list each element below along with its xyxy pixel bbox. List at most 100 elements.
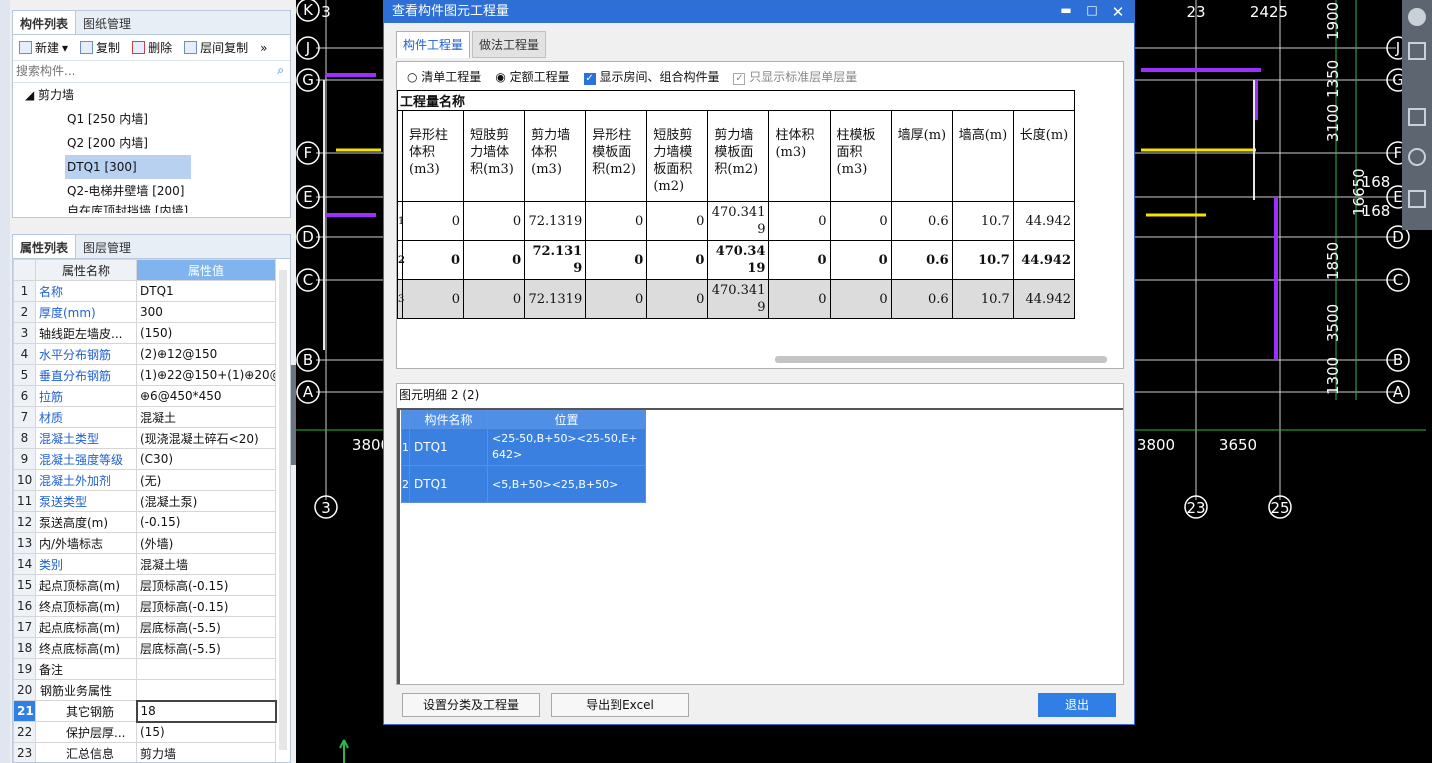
tab-component-list[interactable]: 构件列表 bbox=[13, 11, 77, 34]
property-row[interactable]: 12 泵送高度(m) (-0.15) bbox=[13, 511, 276, 533]
property-row[interactable]: 16 终点顶标高(m) 层顶标高(-0.15) bbox=[13, 595, 276, 617]
tree-item[interactable]: 自在库顶封挡墙 [内墙] bbox=[25, 203, 290, 213]
new-button[interactable]: 新建 ▾ bbox=[19, 39, 68, 56]
property-row[interactable]: 4 水平分布钢筋 (2)⊕12@150 bbox=[13, 343, 276, 365]
quantity-row[interactable]: 1 0 0 72.1319 0 0 470.3419 0 0 0.6 10.7 44.942 bbox=[397, 201, 1076, 241]
orbit-icon[interactable] bbox=[1408, 8, 1426, 26]
tab-layer-manager[interactable]: 图层管理 bbox=[76, 235, 138, 258]
property-row[interactable]: 21 其它钢筋 18 bbox=[13, 699, 277, 723]
layout-icon[interactable] bbox=[1408, 190, 1426, 208]
property-name: 汇总信息 bbox=[35, 742, 137, 762]
properties-scrollbar[interactable] bbox=[279, 270, 287, 750]
quantity-row[interactable]: 2 0 0 72.1319 0 0 470.3419 0 0 0.6 10.7 44.942 bbox=[397, 240, 1076, 280]
property-row[interactable]: 22 保护层厚... (15) bbox=[13, 721, 276, 743]
property-name: 拉筋 bbox=[35, 385, 137, 407]
property-name: 类别 bbox=[35, 553, 137, 575]
property-row[interactable]: 13 内/外墙标志 (外墙) bbox=[13, 532, 276, 554]
component-search-input[interactable] bbox=[13, 61, 283, 81]
floor-copy-icon bbox=[184, 41, 198, 54]
property-value[interactable]: 层底标高(-5.5) bbox=[136, 637, 276, 659]
quantity-header: 剪力墙模板面积(m2) bbox=[707, 110, 770, 202]
property-row[interactable]: 23 汇总信息 剪力墙 bbox=[13, 742, 276, 762]
property-row[interactable]: 17 起点底标高(m) 层底标高(-5.5) bbox=[13, 616, 276, 638]
show-rooms-checkbox[interactable]: ✓ 显示房间、组合构件量 bbox=[583, 68, 719, 85]
search-icon[interactable]: ⌕ bbox=[277, 63, 284, 78]
export-excel-button[interactable]: 导出到Excel bbox=[551, 693, 689, 717]
property-value[interactable]: 剪力墙 bbox=[136, 742, 276, 762]
property-row[interactable]: 5 垂直分布钢筋 (1)⊕22@150+(1)⊕20@ bbox=[13, 364, 276, 386]
property-value[interactable] bbox=[136, 679, 276, 701]
property-value[interactable]: DTQ1 bbox=[136, 280, 276, 302]
property-value[interactable] bbox=[136, 658, 276, 680]
property-value[interactable]: 300 bbox=[136, 301, 276, 323]
rotate-icon[interactable] bbox=[1408, 148, 1426, 166]
property-value[interactable]: 层顶标高(-0.15) bbox=[136, 574, 276, 596]
view-cube-icon[interactable] bbox=[1408, 108, 1426, 126]
property-row[interactable]: 2 厚度(mm) 300 bbox=[13, 301, 276, 323]
property-row[interactable]: 19 备注 bbox=[13, 658, 276, 680]
property-value[interactable]: (外墙) bbox=[136, 532, 276, 554]
property-row[interactable]: 8 混凝土类型 (现浇混凝土碎石<20) bbox=[13, 427, 276, 449]
property-name: 其它钢筋 bbox=[35, 700, 137, 722]
property-row[interactable]: 7 材质 混凝土 bbox=[13, 406, 276, 428]
property-row[interactable]: 1 名称 DTQ1 bbox=[13, 280, 276, 302]
tree-item-selected[interactable]: DTQ1 [300] bbox=[65, 155, 191, 179]
exit-button[interactable]: 退出 bbox=[1038, 693, 1116, 717]
maximize-icon[interactable]: □ bbox=[1080, 3, 1104, 21]
quantity-area: ○ 清单工程量 ◉ 定额工程量 ✓ 显示房间、组合构件量 ✓ 只显示标准层单层量… bbox=[396, 61, 1124, 369]
tab-property-list[interactable]: 属性列表 bbox=[13, 235, 77, 258]
dinge-radio[interactable]: ◉ 定额工程量 bbox=[495, 68, 569, 85]
tree-root-shear-wall[interactable]: ◢ 剪力墙 bbox=[25, 83, 290, 107]
property-row[interactable]: 3 轴线距左墙皮... (150) bbox=[13, 322, 276, 344]
close-icon[interactable]: ✕ bbox=[1106, 3, 1130, 21]
toolbar-overflow-icon[interactable]: » bbox=[260, 41, 267, 55]
quantity-row[interactable]: 3 0 0 72.1319 0 0 470.3419 0 0 0.6 10.7 44.942 bbox=[397, 279, 1076, 319]
setup-classification-button[interactable]: 设置分类及工程量 bbox=[402, 693, 540, 717]
property-row[interactable]: 14 类别 混凝土墙 bbox=[13, 553, 276, 575]
axis-25-label: 25 bbox=[1270, 499, 1289, 517]
detail-row[interactable]: 2 DTQ1 <5,B+50><25,B+50> bbox=[401, 465, 646, 503]
property-value[interactable]: (-0.15) bbox=[136, 511, 276, 533]
tree-item[interactable]: Q2 [200 内墙] bbox=[25, 131, 290, 155]
tree-item[interactable]: Q1 [250 内墙] bbox=[25, 107, 290, 131]
property-row[interactable]: 9 混凝土强度等级 (C30) bbox=[13, 448, 276, 470]
qingdan-radio[interactable]: ○ 清单工程量 bbox=[407, 68, 481, 85]
property-value[interactable]: (15) bbox=[136, 721, 276, 743]
property-value[interactable]: 层底标高(-5.5) bbox=[136, 616, 276, 638]
property-row[interactable]: 6 拉筋 ⊕6@450*450 bbox=[13, 385, 276, 407]
property-value[interactable]: (现浇混凝土碎石<20) bbox=[136, 427, 276, 449]
std-only-checkbox[interactable]: ✓ 只显示标准层单层量 bbox=[733, 68, 857, 85]
minimize-icon[interactable]: ▬ bbox=[1054, 3, 1078, 21]
detail-row[interactable]: 1 DTQ1 <25-50,B+50><25-50,E+642> bbox=[401, 428, 646, 466]
property-value[interactable]: (1)⊕22@150+(1)⊕20@ bbox=[136, 364, 276, 386]
copy-button[interactable]: 复制 bbox=[80, 39, 120, 56]
property-row[interactable]: 18 终点底标高(m) 层底标高(-5.5) bbox=[13, 637, 276, 659]
tab-method-quantity[interactable]: 做法工程量 bbox=[472, 31, 547, 58]
property-value[interactable]: 混凝土墙 bbox=[136, 553, 276, 575]
property-value[interactable]: (混凝土泵) bbox=[136, 490, 276, 512]
tab-component-quantity[interactable]: 构件工程量 bbox=[396, 31, 471, 58]
property-value[interactable]: (C30) bbox=[136, 448, 276, 470]
checkbox-checked-icon: ✓ bbox=[583, 72, 596, 85]
property-value[interactable]: (150) bbox=[136, 322, 276, 344]
view-3d-icon[interactable] bbox=[1408, 42, 1426, 60]
property-value[interactable]: 混凝土 bbox=[136, 406, 276, 428]
quantity-header: 柱体积(m3) bbox=[768, 110, 831, 202]
tab-drawing-manager[interactable]: 图纸管理 bbox=[76, 11, 138, 34]
property-row[interactable]: 15 起点顶标高(m) 层顶标高(-0.15) bbox=[13, 574, 276, 596]
property-value[interactable]: (无) bbox=[136, 469, 276, 491]
property-row[interactable]: 11 泵送类型 (混凝土泵) bbox=[13, 490, 276, 512]
delete-button[interactable]: 删除 bbox=[132, 39, 172, 56]
property-row[interactable]: 20 钢筋业务属性 bbox=[13, 679, 276, 701]
property-value[interactable]: ⊕6@450*450 bbox=[136, 385, 276, 407]
tree-item[interactable]: Q2-电梯井壁墙 [200] bbox=[25, 179, 290, 203]
property-value[interactable]: 18 bbox=[135, 699, 277, 723]
col-header-name: 属性名称 bbox=[35, 259, 137, 281]
property-value[interactable]: (2)⊕12@150 bbox=[136, 343, 276, 365]
property-row[interactable]: 10 混凝土外加剂 (无) bbox=[13, 469, 276, 491]
floor-copy-button[interactable]: 层间复制 bbox=[184, 39, 248, 56]
quantity-cell: 0 bbox=[463, 279, 526, 319]
axis-d-label: D bbox=[302, 228, 314, 246]
property-value[interactable]: 层顶标高(-0.15) bbox=[136, 595, 276, 617]
horizontal-scrollbar[interactable] bbox=[775, 356, 1107, 363]
